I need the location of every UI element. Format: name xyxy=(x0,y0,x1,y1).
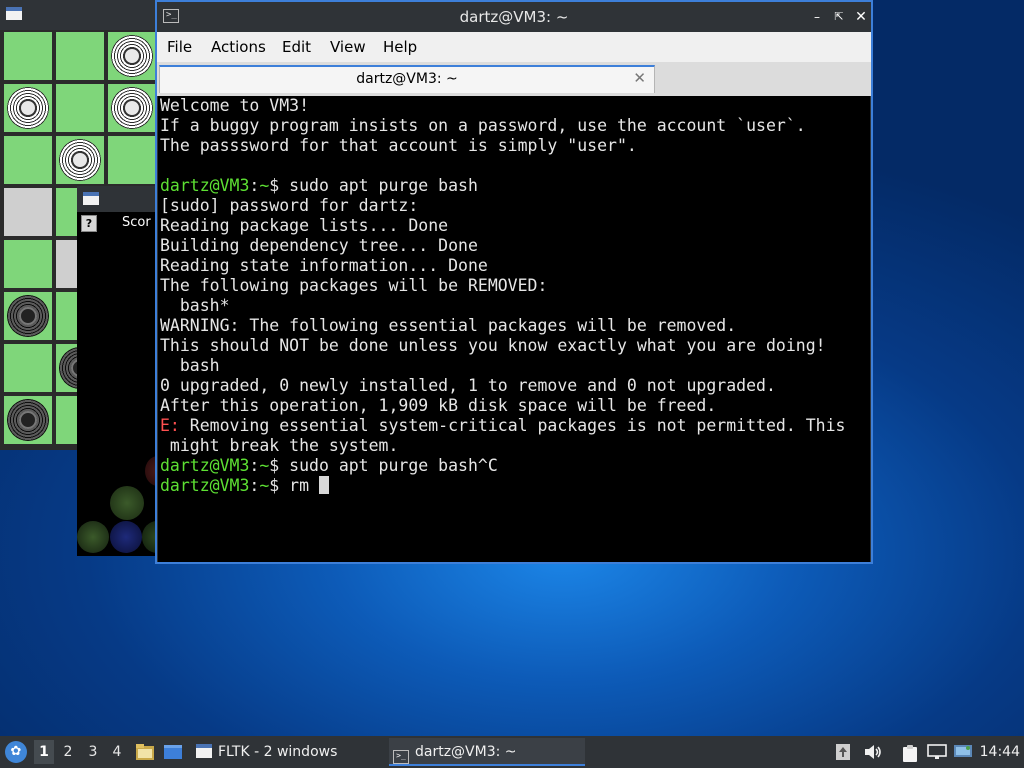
board-square[interactable] xyxy=(4,136,52,184)
desktop-1-button[interactable]: 1 xyxy=(34,740,54,764)
file-manager-icon[interactable] xyxy=(135,743,155,761)
white-checker-piece[interactable] xyxy=(7,87,49,129)
board-square[interactable] xyxy=(4,32,52,80)
volume-icon[interactable] xyxy=(864,744,882,760)
score-label: Scor xyxy=(122,215,151,230)
white-checker-piece[interactable] xyxy=(111,35,153,77)
task-label: dartz@VM3: ~ xyxy=(415,744,517,760)
prompt-dir: ~ xyxy=(259,476,270,495)
terminal-output[interactable]: Welcome to VM3! If a buggy program insis… xyxy=(158,96,870,562)
menu-edit[interactable]: Edit xyxy=(282,38,311,56)
task-fltk[interactable]: FLTK - 2 windows xyxy=(192,738,382,766)
prompt-dir: ~ xyxy=(259,176,270,195)
board-square[interactable] xyxy=(56,84,104,132)
window-icon xyxy=(6,7,22,20)
start-menu-button[interactable]: ✿ xyxy=(5,741,27,763)
black-checker-piece[interactable] xyxy=(7,295,49,337)
close-button[interactable]: ✕ xyxy=(853,9,869,25)
fltk-titlebar[interactable] xyxy=(77,186,160,212)
checkers-titlebar[interactable] xyxy=(0,0,160,30)
board-square[interactable] xyxy=(108,136,156,184)
desktop-2-button[interactable]: 2 xyxy=(58,740,78,764)
window-title: dartz@VM3: ~ xyxy=(459,8,569,26)
board-square[interactable] xyxy=(4,344,52,392)
clock: 14:44 xyxy=(979,744,1020,760)
menu-bar: File Actions Edit View Help xyxy=(157,32,871,62)
minimize-button[interactable]: – xyxy=(809,9,825,25)
menu-help[interactable]: Help xyxy=(383,38,417,56)
board-square[interactable] xyxy=(4,396,52,444)
board-square[interactable] xyxy=(4,240,52,288)
black-checker-piece[interactable] xyxy=(7,399,49,441)
screen-icon[interactable] xyxy=(953,744,973,760)
error-prefix: E: xyxy=(160,416,180,435)
task-label: FLTK - 2 windows xyxy=(218,744,338,760)
taskbar: ✿ 1 2 3 4 FLTK - 2 windows >_ dartz@VM3: … xyxy=(0,736,1024,768)
task-terminal[interactable]: >_ dartz@VM3: ~ xyxy=(389,738,585,766)
prompt-dir: ~ xyxy=(259,456,270,475)
game-bubble xyxy=(110,521,142,553)
terminal-window[interactable]: >_ dartz@VM3: ~ – ⇱ ✕ File Actions Edit … xyxy=(155,0,873,564)
tab-close-icon[interactable]: ✕ xyxy=(633,69,646,87)
board-square[interactable] xyxy=(4,84,52,132)
terminal-text: Welcome to VM3! If a buggy program insis… xyxy=(160,96,846,495)
game-bubble xyxy=(77,521,109,553)
terminal-tab[interactable]: dartz@VM3: ~ ✕ xyxy=(159,65,655,93)
terminal-titlebar[interactable]: >_ dartz@VM3: ~ – ⇱ ✕ xyxy=(157,2,871,32)
prompt-user: dartz@VM3 xyxy=(160,456,250,475)
fltk-toolbar: ? Scor xyxy=(77,212,160,234)
prompt-user: dartz@VM3 xyxy=(160,176,250,195)
clipboard-icon[interactable] xyxy=(901,744,919,762)
help-button[interactable]: ? xyxy=(81,215,97,232)
window-icon xyxy=(83,192,99,205)
updates-icon[interactable] xyxy=(836,744,850,760)
menu-file[interactable]: File xyxy=(167,38,192,56)
board-square[interactable] xyxy=(108,32,156,80)
fltk-window[interactable]: ? Scor xyxy=(77,186,172,556)
board-square[interactable] xyxy=(56,136,104,184)
show-desktop-icon[interactable] xyxy=(163,743,183,761)
white-checker-piece[interactable] xyxy=(59,139,101,181)
tab-strip: dartz@VM3: ~ ✕ xyxy=(157,62,871,96)
board-square[interactable] xyxy=(108,84,156,132)
text-cursor xyxy=(318,476,329,494)
white-checker-piece[interactable] xyxy=(111,87,153,129)
terminal-icon: >_ xyxy=(393,750,409,764)
prompt-user: dartz@VM3 xyxy=(160,476,250,495)
restore-button[interactable]: ⇱ xyxy=(831,9,847,25)
tab-label: dartz@VM3: ~ xyxy=(356,71,458,87)
board-square[interactable] xyxy=(56,32,104,80)
menu-actions[interactable]: Actions xyxy=(211,38,266,56)
board-square[interactable] xyxy=(4,188,52,236)
desktop-4-button[interactable]: 4 xyxy=(107,740,127,764)
game-bubble xyxy=(110,486,144,520)
window-icon xyxy=(196,744,212,758)
desktop-3-button[interactable]: 3 xyxy=(83,740,103,764)
network-icon[interactable] xyxy=(927,744,947,760)
board-square[interactable] xyxy=(4,292,52,340)
menu-view[interactable]: View xyxy=(330,38,366,56)
